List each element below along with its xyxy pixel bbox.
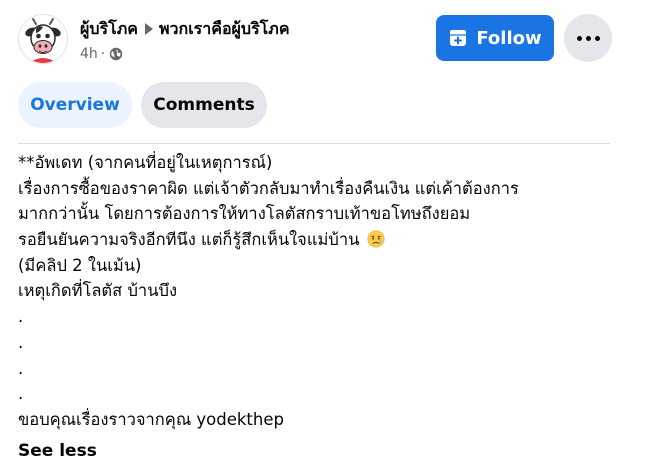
tab-overview[interactable]: Overview — [18, 82, 132, 128]
avatar[interactable] — [18, 14, 68, 64]
tab-comments-label: Comments — [153, 95, 255, 115]
post-line: **อัพเดท (จากคนที่อยู่ในเหตุการณ์) — [18, 153, 273, 172]
post-header: ผู้บริโภค พวกเราคือผู้บริโภค 4h · — [80, 18, 290, 63]
follow-label: Follow — [476, 27, 542, 49]
divider — [18, 143, 610, 144]
tab-comments[interactable]: Comments — [141, 82, 267, 128]
post-title-line: ผู้บริโภค พวกเราคือผู้บริโภค — [80, 18, 290, 40]
post-line: เหตุเกิดที่โลตัส บ้านบึง — [18, 281, 178, 301]
post-line: เรื่องการซื้อของราคาผิด แต่เจ้าตัวกลับมา… — [18, 178, 519, 198]
meta-separator: · — [100, 46, 106, 62]
follow-button[interactable]: Follow — [436, 15, 554, 61]
more-horizontal-icon — [576, 35, 600, 41]
post-line-with-emoji: รอยืนยันความจริงอีกทีนึง แต่ก็รู้สึกเห็น… — [18, 227, 618, 253]
group-name[interactable]: พวกเราคือผู้บริโภค — [159, 18, 290, 40]
post-line: . — [18, 307, 24, 327]
author-name[interactable]: ผู้บริโภค — [80, 18, 138, 40]
post-time[interactable]: 4h — [80, 45, 98, 63]
more-options-button[interactable] — [564, 14, 612, 62]
post-line: ขอบคุณเรื่องราวจากคุณ yodekthep — [18, 409, 284, 429]
follow-plus-icon — [448, 28, 468, 48]
post-line: มากกว่านั้น โดยการต้องการให้ทางโลตัสกราบ… — [18, 204, 471, 224]
tab-overview-label: Overview — [30, 95, 120, 115]
arrow-right-icon — [144, 23, 153, 35]
globe-icon[interactable] — [109, 47, 123, 61]
sad-relieved-face-emoji — [367, 230, 385, 248]
see-less-link[interactable]: See less — [18, 439, 97, 463]
post-line-text: รอยืนยันความจริงอีกทีนึง แต่ก็รู้สึกเห็น… — [18, 230, 360, 250]
post-meta: 4h · — [80, 45, 290, 63]
cow-avatar-icon — [19, 15, 67, 63]
post-line: . — [18, 358, 24, 378]
post-line: . — [18, 332, 24, 352]
post-line: (มีคลิป 2 ในเม้น) — [18, 255, 142, 275]
post-line: . — [18, 384, 24, 404]
post-body: **อัพเดท (จากคนที่อยู่ในเหตุการณ์) เรื่อ… — [18, 150, 618, 433]
